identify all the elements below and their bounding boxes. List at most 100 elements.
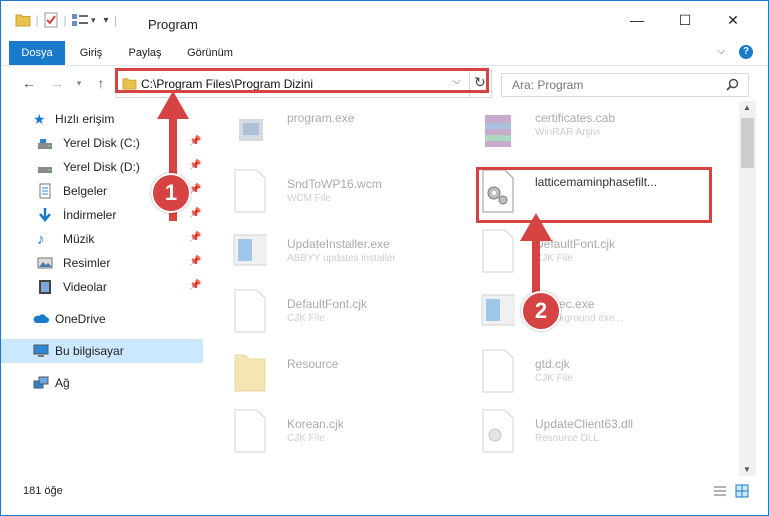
file-item[interactable]: DefaultFont.cjk CJK File — [233, 289, 473, 343]
file-name: certificates.cab — [535, 111, 616, 125]
computer-icon — [33, 344, 49, 357]
file-type: WinRAR Arşivi — [535, 127, 601, 138]
sidebar-item-network[interactable]: Ağ — [1, 371, 203, 395]
search-icon[interactable] — [726, 78, 739, 91]
pin-icon[interactable]: 📌 — [189, 280, 201, 291]
details-view-icon[interactable] — [713, 485, 727, 497]
search-box[interactable]: Ara: Program — [501, 73, 749, 97]
scrollbar-thumb[interactable] — [741, 118, 754, 168]
folder-icon — [15, 14, 31, 27]
navigation-bar: ← → ▾ ↑ C:\Program Files\Program Dizini … — [1, 65, 768, 101]
scroll-up-icon[interactable]: ▲ — [743, 103, 751, 112]
sidebar-item-label: Videolar — [63, 280, 107, 294]
scroll-down-icon[interactable]: ▼ — [743, 465, 751, 474]
tab-view[interactable]: Görünüm — [177, 41, 243, 65]
folder-item[interactable]: Resource — [233, 349, 473, 403]
folder-icon — [234, 354, 266, 392]
item-count: 181 öğe — [23, 485, 63, 497]
file-type: CJK File — [287, 313, 325, 324]
file-item[interactable]: UpdateClient63.dll Resource DLL — [481, 409, 721, 463]
file-item[interactable]: UpdateInstaller.exe ABBYY updates instal… — [233, 229, 473, 283]
sidebar-item-label: Müzik — [63, 232, 95, 246]
back-arrow-icon[interactable]: ← — [19, 73, 39, 93]
star-icon: ★ — [33, 111, 46, 127]
maximize-button[interactable]: ☐ — [662, 1, 708, 39]
file-type: CJK File — [287, 433, 325, 444]
vertical-scrollbar[interactable]: ▲ ▼ — [739, 101, 756, 476]
sidebar-item-label: Resimler — [63, 256, 111, 270]
up-arrow-icon[interactable]: ↑ — [91, 73, 111, 93]
file-type: Resource DLL — [535, 433, 599, 444]
separator: | — [35, 13, 39, 27]
file-name: Resource — [287, 357, 339, 371]
document-icon — [234, 169, 266, 213]
minimize-button[interactable]: — — [614, 1, 660, 39]
file-item[interactable]: program.exe — [233, 109, 473, 163]
step-badge-1: 1 — [151, 173, 191, 213]
cloud-icon — [33, 314, 49, 323]
music-icon: ♪ — [37, 231, 45, 248]
close-button[interactable]: ✕ — [710, 1, 756, 39]
sidebar-item-this-pc[interactable]: Bu bilgisayar — [1, 339, 203, 363]
sidebar-item-pictures[interactable]: Resimler 📌 — [1, 251, 203, 275]
help-icon[interactable]: ? — [739, 45, 753, 59]
file-item[interactable]: SndToWP16.wcm WCM File — [233, 169, 473, 223]
sidebar-item-label: OneDrive — [55, 312, 106, 326]
title-bar: | | ▾ ▾ | Program — ☐ ✕ — [1, 1, 768, 39]
file-name: SndToWP16.wcm — [287, 177, 382, 191]
document-icon — [482, 349, 514, 393]
sidebar-item-onedrive[interactable]: OneDrive — [1, 307, 203, 331]
separator: | — [114, 13, 118, 27]
forward-arrow-icon[interactable]: → — [47, 73, 67, 93]
sidebar-item-label: Hızlı erişim — [55, 112, 115, 126]
document-icon — [234, 289, 266, 333]
file-list: program.exe SndToWP16.wcm WCM File Updat… — [211, 101, 739, 476]
ribbon-tabs: Dosya Giriş Paylaş Görünüm ⌵ ? — [1, 41, 768, 66]
file-name: UpdateClient63.dll — [535, 417, 634, 431]
download-icon — [39, 208, 51, 222]
tab-home[interactable]: Giriş — [69, 41, 113, 65]
documents-icon — [39, 183, 51, 199]
document-icon — [234, 409, 266, 453]
expand-ribbon-icon[interactable]: ⌵ — [717, 45, 725, 58]
tab-share[interactable]: Paylaş — [119, 41, 171, 65]
file-type: CJK File — [535, 373, 573, 384]
status-bar: 181 öğe — [1, 479, 768, 503]
videos-icon — [39, 280, 51, 294]
file-name: UpdateInstaller.exe — [287, 237, 390, 251]
pin-icon[interactable]: 📌 — [189, 256, 201, 267]
large-icons-view-icon[interactable] — [735, 484, 749, 498]
file-name: Korean.cjk — [287, 417, 344, 431]
search-placeholder[interactable]: Ara: Program — [512, 78, 583, 92]
sidebar-item-label: Ağ — [55, 376, 70, 390]
file-item[interactable]: certificates.cab WinRAR Arşivi — [481, 109, 721, 163]
file-item[interactable]: Korean.cjk CJK File — [233, 409, 473, 463]
sidebar-item-label: Bu bilgisayar — [55, 344, 124, 358]
file-type: WCM File — [287, 193, 331, 204]
recent-locations-icon[interactable]: ▾ — [69, 73, 89, 93]
explorer-window: | | ▾ ▾ | Program — ☐ ✕ Dosya Giriş Payl… — [0, 0, 769, 516]
file-item[interactable]: gtd.cjk CJK File — [481, 349, 721, 403]
step-badge-2: 2 — [521, 291, 561, 331]
pictures-icon — [37, 257, 53, 269]
separator: | — [63, 13, 67, 27]
file-type: ABBYY updates installer — [287, 253, 396, 264]
quick-access-toolbar: | | ▾ ▾ | — [15, 11, 123, 29]
installer-icon — [233, 234, 267, 266]
properties-icon[interactable] — [43, 12, 59, 28]
archive-icon — [485, 115, 511, 147]
sidebar-item-label: Yerel Disk (D:) — [63, 160, 140, 174]
sidebar-item-label: Yerel Disk (C:) — [63, 136, 140, 150]
sidebar-item-videos[interactable]: Videolar 📌 — [1, 275, 203, 299]
file-name: DefaultFont.cjk — [287, 297, 368, 311]
sidebar-item-label: İndirmeler — [63, 208, 117, 222]
tab-file[interactable]: Dosya — [9, 41, 65, 65]
sidebar-item-label: Belgeler — [63, 184, 108, 198]
dll-icon — [482, 409, 514, 453]
pin-icon[interactable]: 📌 — [189, 232, 201, 243]
file-name: gtd.cjk — [535, 357, 570, 371]
window-title: Program — [148, 17, 198, 32]
chevron-down-icon[interactable]: ▾ — [91, 15, 96, 26]
view-icon[interactable] — [71, 13, 89, 27]
network-icon — [33, 376, 49, 389]
